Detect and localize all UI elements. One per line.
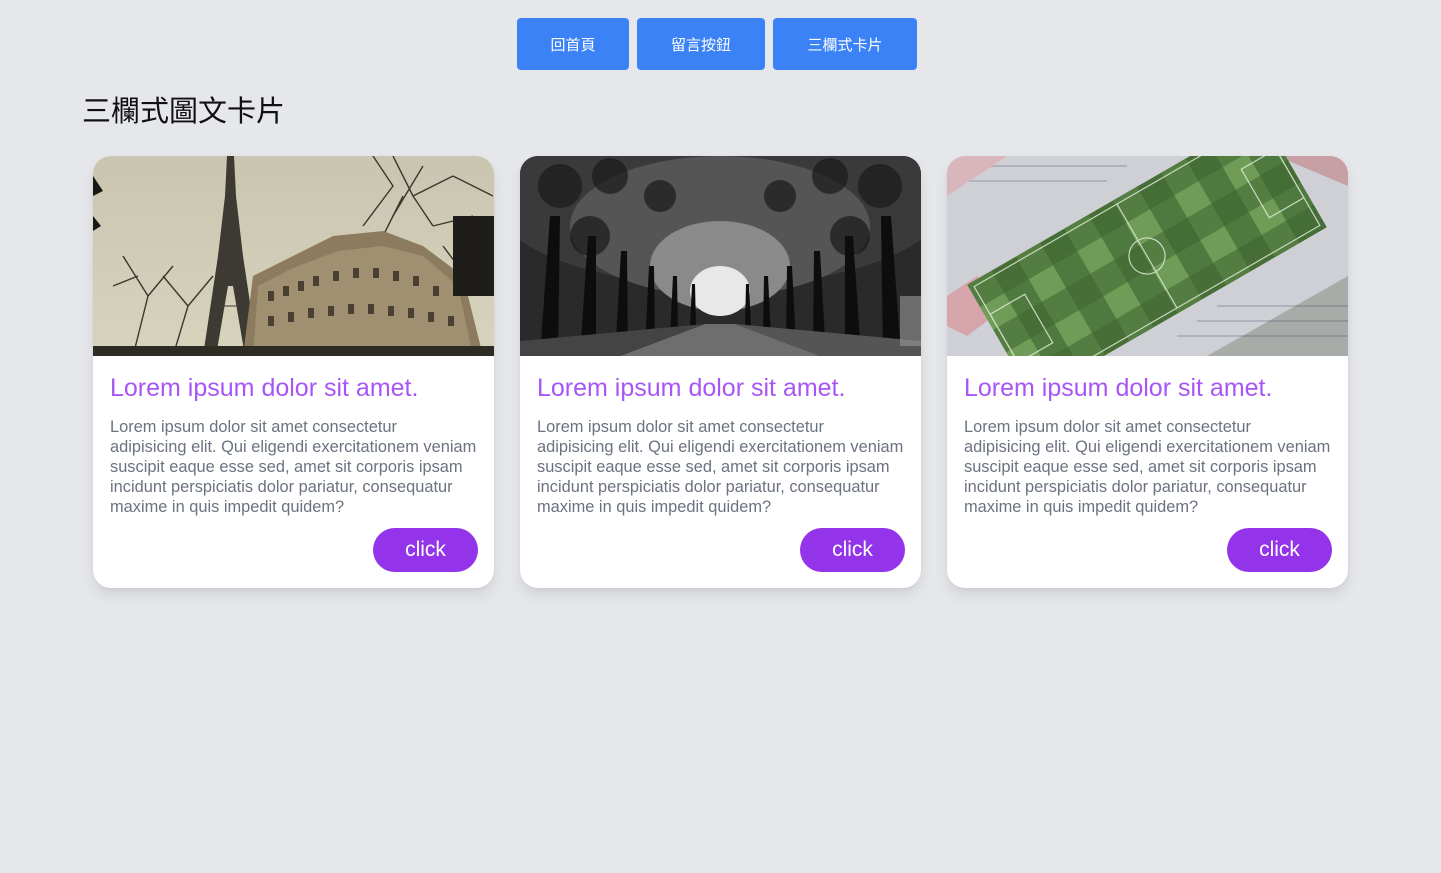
card-click-button[interactable]: click — [373, 528, 478, 572]
card-click-button[interactable]: click — [1227, 528, 1332, 572]
three-column-cards-button[interactable]: 三欄式卡片 — [773, 18, 917, 70]
tree-tunnel-road-image — [520, 156, 921, 356]
card-title: Lorem ipsum dolor sit amet. — [537, 374, 846, 402]
football-stadium-aerial-image — [947, 156, 1348, 356]
paris-eiffel-tower-image — [93, 156, 494, 356]
card: Lorem ipsum dolor sit amet. Lorem ipsum … — [93, 156, 494, 588]
card-grid: Lorem ipsum dolor sit amet. Lorem ipsum … — [93, 156, 1348, 588]
card: Lorem ipsum dolor sit amet. Lorem ipsum … — [947, 156, 1348, 588]
top-nav: 回首頁 留言按鈕 三欄式卡片 — [517, 18, 917, 70]
message-button[interactable]: 留言按鈕 — [637, 18, 765, 70]
card-description: Lorem ipsum dolor sit amet consectetur a… — [537, 418, 904, 516]
card-title: Lorem ipsum dolor sit amet. — [110, 374, 419, 402]
card-title: Lorem ipsum dolor sit amet. — [964, 374, 1273, 402]
card-click-button[interactable]: click — [800, 528, 905, 572]
card: Lorem ipsum dolor sit amet. Lorem ipsum … — [520, 156, 921, 588]
card-description: Lorem ipsum dolor sit amet consectetur a… — [110, 418, 477, 516]
card-description: Lorem ipsum dolor sit amet consectetur a… — [964, 418, 1331, 516]
home-button[interactable]: 回首頁 — [517, 18, 629, 70]
page-title: 三欄式圖文卡片 — [82, 94, 286, 128]
